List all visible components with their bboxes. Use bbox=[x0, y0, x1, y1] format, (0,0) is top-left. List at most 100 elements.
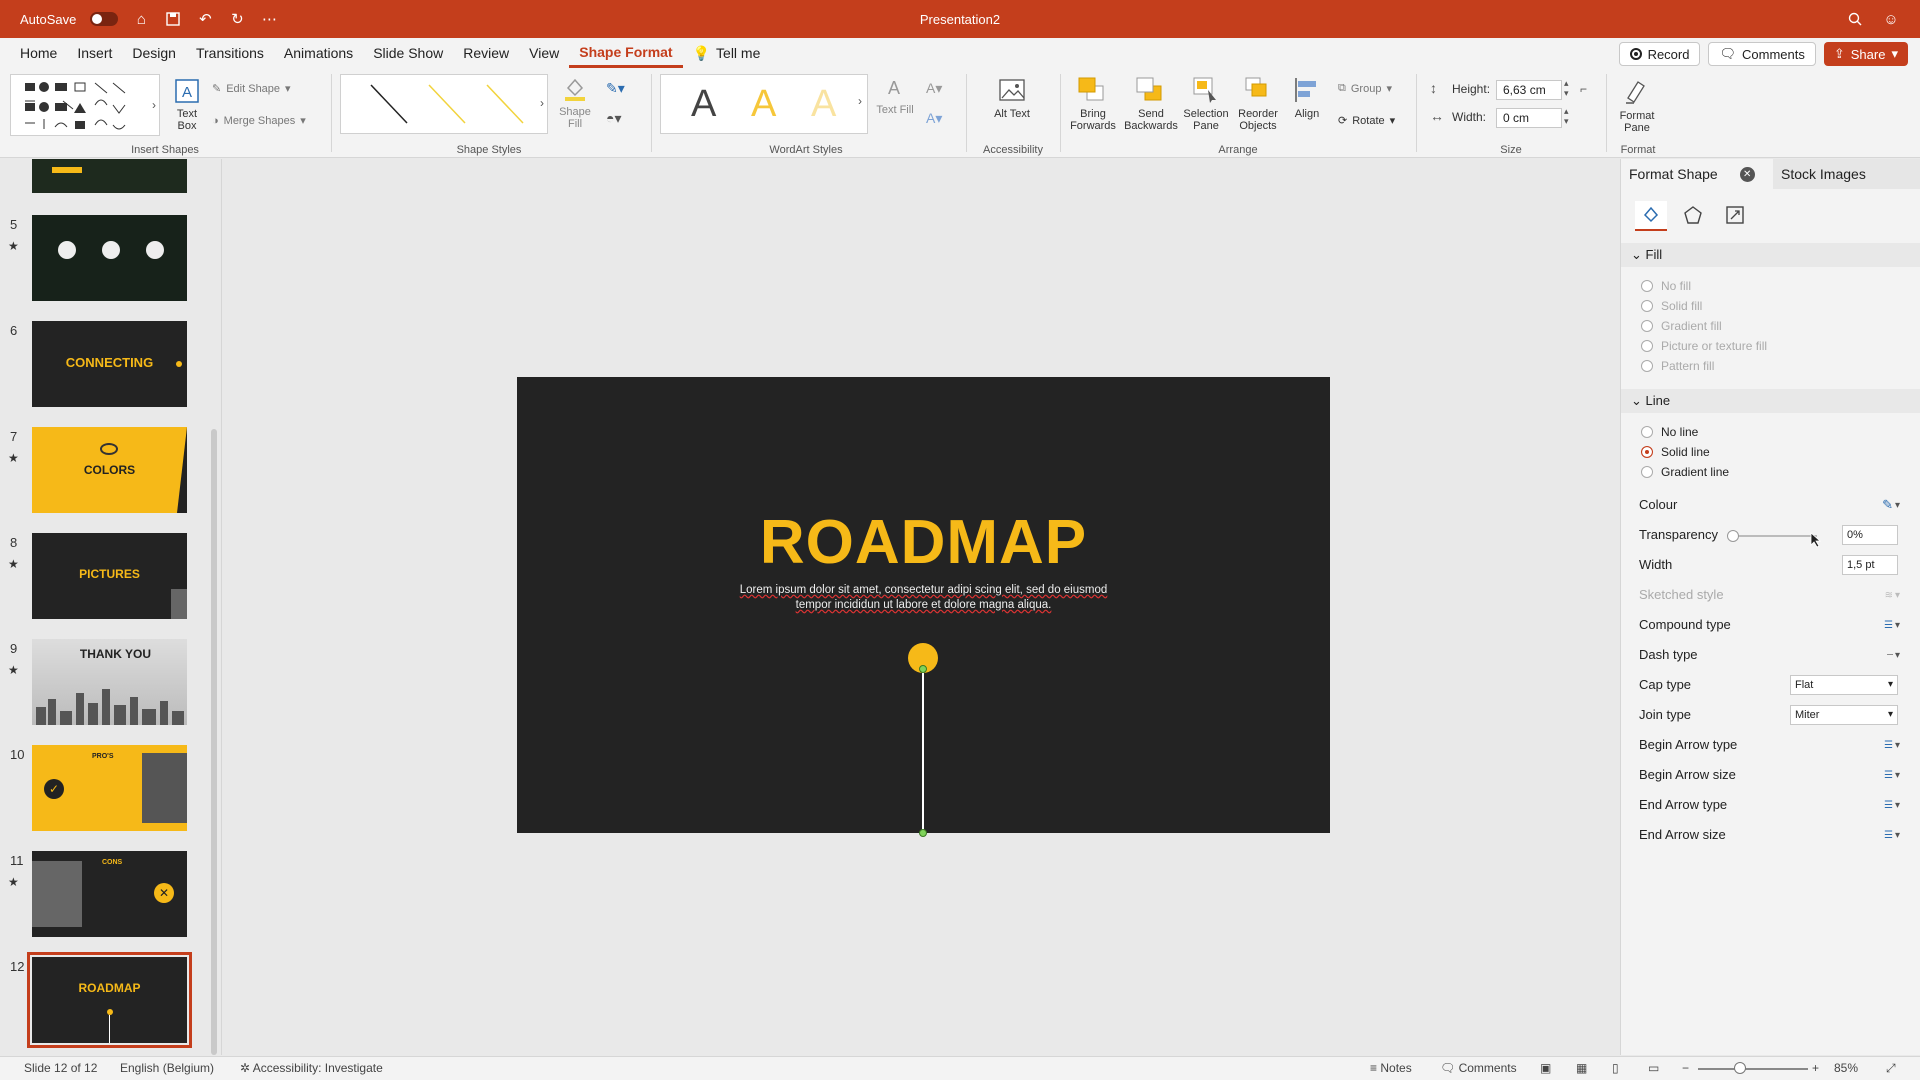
text-outline-icon[interactable]: A▾ bbox=[926, 80, 942, 97]
tab-transitions[interactable]: Transitions bbox=[186, 38, 274, 68]
record-button[interactable]: Record bbox=[1618, 42, 1701, 66]
transparency-input[interactable]: 0% bbox=[1842, 525, 1898, 545]
rotate-button[interactable]: ⟳ Rotate ▾ bbox=[1338, 114, 1395, 128]
bring-forwards-button[interactable]: Bring Forwards bbox=[1064, 76, 1122, 132]
slide-body-text[interactable]: Lorem ipsum dolor sit amet, consectetur … bbox=[717, 583, 1130, 613]
tell-me[interactable]: 💡 Tell me bbox=[683, 38, 771, 68]
wordart-style-1[interactable]: A bbox=[691, 83, 716, 126]
height-stepper[interactable]: ▴ ▾ bbox=[1564, 78, 1569, 98]
begin-arrow-type-dropdown[interactable]: ☰ ▾ bbox=[1870, 735, 1900, 755]
no-line-option[interactable]: No line bbox=[1641, 425, 1698, 439]
line-end-handle[interactable] bbox=[919, 829, 927, 837]
tab-view[interactable]: View bbox=[519, 38, 569, 68]
slide-thumbnail-6[interactable]: CONNECTING bbox=[32, 321, 187, 407]
tab-slide-show[interactable]: Slide Show bbox=[363, 38, 453, 68]
line-width-input[interactable]: 1,5 pt bbox=[1842, 555, 1898, 575]
notes-button[interactable]: ≡ Notes bbox=[1370, 1061, 1412, 1075]
fit-to-window-icon[interactable]: ⤢ bbox=[1886, 1061, 1896, 1076]
reorder-objects-button[interactable]: Reorder Objects bbox=[1232, 76, 1284, 132]
solid-line-option[interactable]: Solid line bbox=[1641, 445, 1710, 459]
line-section-header[interactable]: ⌄ Line bbox=[1621, 389, 1920, 413]
tab-shape-format[interactable]: Shape Format bbox=[569, 38, 683, 68]
fill-line-icon[interactable] bbox=[1635, 201, 1667, 231]
width-stepper[interactable]: ▴ ▾ bbox=[1564, 106, 1569, 126]
size-properties-icon[interactable] bbox=[1719, 201, 1751, 231]
cap-type-select[interactable]: Flat bbox=[1790, 675, 1898, 695]
account-icon[interactable]: ☺ bbox=[1882, 10, 1900, 28]
gradient-fill-option[interactable]: Gradient fill bbox=[1641, 319, 1722, 333]
autosave-toggle[interactable] bbox=[90, 12, 119, 26]
transparency-slider-knob[interactable] bbox=[1727, 530, 1739, 542]
comments-button[interactable]: 🗨 Comments bbox=[1708, 42, 1816, 66]
pentagon-effects-icon[interactable] bbox=[1677, 201, 1709, 231]
begin-arrow-size-dropdown[interactable]: ☰ ▾ bbox=[1870, 765, 1900, 785]
send-backwards-button[interactable]: Send Backwards bbox=[1122, 76, 1180, 132]
share-button[interactable]: ⇪ Share ▾ bbox=[1823, 42, 1908, 66]
solid-fill-option[interactable]: Solid fill bbox=[1641, 299, 1702, 313]
redo-icon[interactable]: ↻ bbox=[228, 10, 246, 28]
slide-thumbnail-11[interactable]: CONS ✕ bbox=[32, 851, 187, 937]
colour-picker[interactable]: ✎ ▾ bbox=[1870, 495, 1900, 515]
slideshow-icon[interactable]: ▭ bbox=[1648, 1061, 1659, 1075]
zoom-slider-knob[interactable] bbox=[1734, 1062, 1746, 1074]
selection-pane-button[interactable]: Selection Pane bbox=[1180, 76, 1232, 132]
normal-view-icon[interactable]: ▣ bbox=[1540, 1061, 1551, 1075]
fill-section-header[interactable]: ⌄ Fill bbox=[1621, 243, 1920, 267]
status-comments-button[interactable]: 🗨 Comments bbox=[1440, 1061, 1517, 1075]
end-arrow-size-dropdown[interactable]: ☰ ▾ bbox=[1870, 825, 1900, 845]
reading-view-icon[interactable]: ▯ bbox=[1612, 1061, 1619, 1075]
zoom-in-icon[interactable]: + bbox=[1812, 1061, 1819, 1075]
thumbnails-scrollbar[interactable] bbox=[211, 429, 217, 1055]
lock-aspect-icon[interactable]: ⌐ bbox=[1580, 82, 1587, 96]
slide-thumbnail-7[interactable]: COLORS bbox=[32, 427, 187, 513]
no-fill-option[interactable]: No fill bbox=[1641, 279, 1691, 293]
picture-fill-option[interactable]: Picture or texture fill bbox=[1641, 339, 1767, 353]
slide-thumbnail-10[interactable]: PRO'S ✓ bbox=[32, 745, 187, 831]
compound-type-dropdown[interactable]: ☰ ▾ bbox=[1870, 615, 1900, 635]
stock-images-tab[interactable]: Stock Images bbox=[1773, 159, 1920, 189]
wordart-style-3[interactable]: A bbox=[811, 83, 836, 126]
pattern-fill-option[interactable]: Pattern fill bbox=[1641, 359, 1714, 373]
slide-thumbnail-12[interactable]: ROADMAP bbox=[27, 952, 192, 1048]
slide-title[interactable]: ROADMAP bbox=[517, 507, 1330, 578]
transparency-slider[interactable] bbox=[1729, 535, 1817, 537]
slide-thumbnail-9[interactable]: THANK YOU bbox=[32, 639, 187, 725]
slide-sorter-icon[interactable]: ▦ bbox=[1576, 1061, 1587, 1075]
slide-thumbnail-8[interactable]: PICTURES bbox=[32, 533, 187, 619]
alt-text-button[interactable]: Alt Text bbox=[990, 78, 1034, 120]
current-slide[interactable]: ROADMAP Lorem ipsum dolor sit amet, cons… bbox=[517, 377, 1330, 837]
close-icon[interactable]: ✕ bbox=[1739, 166, 1755, 182]
group-button[interactable]: ⧉ Group ▾ bbox=[1338, 82, 1392, 95]
join-type-select[interactable]: Miter bbox=[1790, 705, 1898, 725]
search-icon[interactable] bbox=[1846, 10, 1864, 28]
save-icon[interactable] bbox=[164, 10, 182, 28]
format-shape-tab[interactable]: Format Shape bbox=[1621, 166, 1718, 182]
align-button[interactable]: Align bbox=[1286, 76, 1328, 120]
end-arrow-type-dropdown[interactable]: ☰ ▾ bbox=[1870, 795, 1900, 815]
zoom-level[interactable]: 85% bbox=[1834, 1061, 1858, 1075]
home-icon[interactable]: ⌂ bbox=[132, 10, 150, 28]
slide-thumbnail-4[interactable] bbox=[32, 159, 187, 193]
dash-type-dropdown[interactable]: ┄ ▾ bbox=[1870, 645, 1900, 665]
tab-design[interactable]: Design bbox=[122, 38, 186, 68]
accessibility-status[interactable]: ✲ Accessibility: Investigate bbox=[240, 1061, 383, 1075]
text-fill-button[interactable]: A Text Fill bbox=[874, 76, 916, 116]
tab-animations[interactable]: Animations bbox=[274, 38, 363, 68]
tab-insert[interactable]: Insert bbox=[67, 38, 122, 68]
width-input[interactable]: 0 cm bbox=[1496, 108, 1562, 128]
line-start-handle[interactable] bbox=[919, 665, 927, 673]
wordart-gallery[interactable]: A A A bbox=[660, 74, 868, 134]
zoom-out-icon[interactable]: − bbox=[1682, 1061, 1689, 1075]
gradient-line-option[interactable]: Gradient line bbox=[1641, 465, 1729, 479]
tab-review[interactable]: Review bbox=[453, 38, 519, 68]
wordart-more-icon[interactable]: › bbox=[858, 94, 862, 108]
text-effects-icon[interactable]: A▾ bbox=[926, 110, 942, 127]
language-indicator[interactable]: English (Belgium) bbox=[120, 1061, 214, 1075]
more-icon[interactable]: ⋯ bbox=[260, 10, 278, 28]
wordart-style-2[interactable]: A bbox=[751, 83, 776, 126]
format-pane-button[interactable]: Format Pane bbox=[1612, 76, 1662, 134]
tab-home[interactable]: Home bbox=[10, 38, 67, 68]
roadmap-line[interactable] bbox=[922, 669, 924, 833]
slide-thumbnail-5[interactable] bbox=[32, 215, 187, 301]
undo-icon[interactable]: ↶ bbox=[196, 10, 214, 28]
